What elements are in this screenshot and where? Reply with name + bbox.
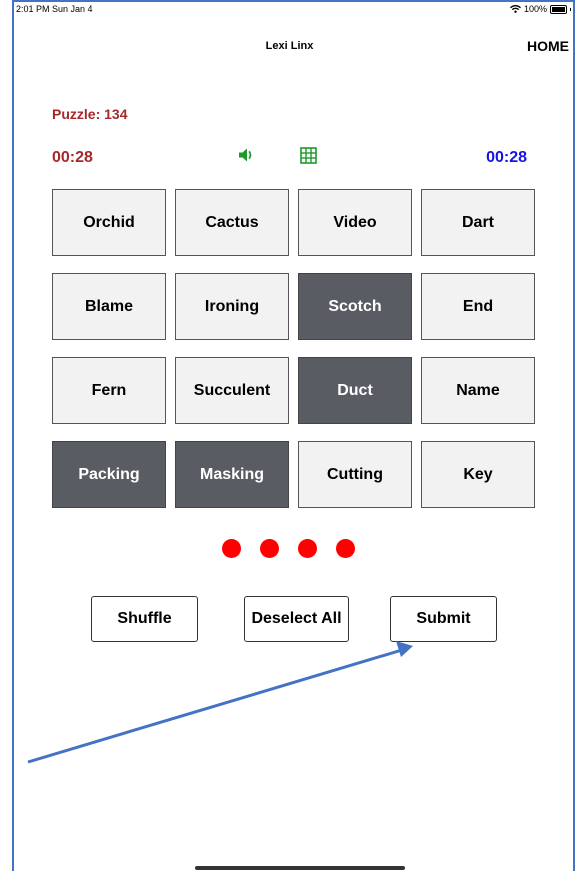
word-tile[interactable]: Succulent [175, 357, 289, 424]
timer-right: 00:28 [486, 149, 527, 166]
speaker-icon[interactable] [238, 147, 258, 163]
word-tile[interactable]: Fern [52, 357, 166, 424]
status-right: 100% [509, 4, 571, 14]
word-tile[interactable]: End [421, 273, 535, 340]
submit-button[interactable]: Submit [390, 596, 497, 642]
home-indicator [195, 866, 405, 870]
mistake-dot [260, 539, 279, 558]
battery-percent: 100% [523, 4, 547, 14]
deselect-all-button[interactable]: Deselect All [244, 596, 349, 642]
puzzle-label: Puzzle: 134 [52, 106, 128, 122]
word-tile[interactable]: Scotch [298, 273, 412, 340]
word-tile[interactable]: Name [421, 357, 535, 424]
word-tile[interactable]: Dart [421, 189, 535, 256]
timer-elapsed: 00:28 [52, 149, 93, 166]
mistake-dot [336, 539, 355, 558]
battery-icon [550, 4, 567, 14]
word-tile[interactable]: Blame [52, 273, 166, 340]
wifi-icon [509, 5, 521, 13]
word-tile[interactable]: Ironing [175, 273, 289, 340]
word-tile[interactable]: Masking [175, 441, 289, 508]
word-tile[interactable]: Cactus [175, 189, 289, 256]
word-tile[interactable]: Packing [52, 441, 166, 508]
home-link[interactable]: HOME [527, 38, 569, 54]
mistake-dot [298, 539, 317, 558]
app-title: Lexi Linx [265, 40, 314, 52]
word-tile[interactable]: Duct [298, 357, 412, 424]
word-tile[interactable]: Orchid [52, 189, 166, 256]
battery-tip [570, 7, 571, 11]
shuffle-button[interactable]: Shuffle [91, 596, 198, 642]
status-time: 2:01 PM Sun Jan 4 [16, 4, 93, 14]
grid-icon[interactable] [300, 147, 317, 164]
word-tile[interactable]: Video [298, 189, 412, 256]
mistake-dot [222, 539, 241, 558]
word-tile[interactable]: Key [421, 441, 535, 508]
word-grid: Orchid Cactus Video Dart Blame Ironing S… [52, 189, 536, 508]
word-tile[interactable]: Cutting [298, 441, 412, 508]
mistakes-remaining [222, 539, 355, 558]
